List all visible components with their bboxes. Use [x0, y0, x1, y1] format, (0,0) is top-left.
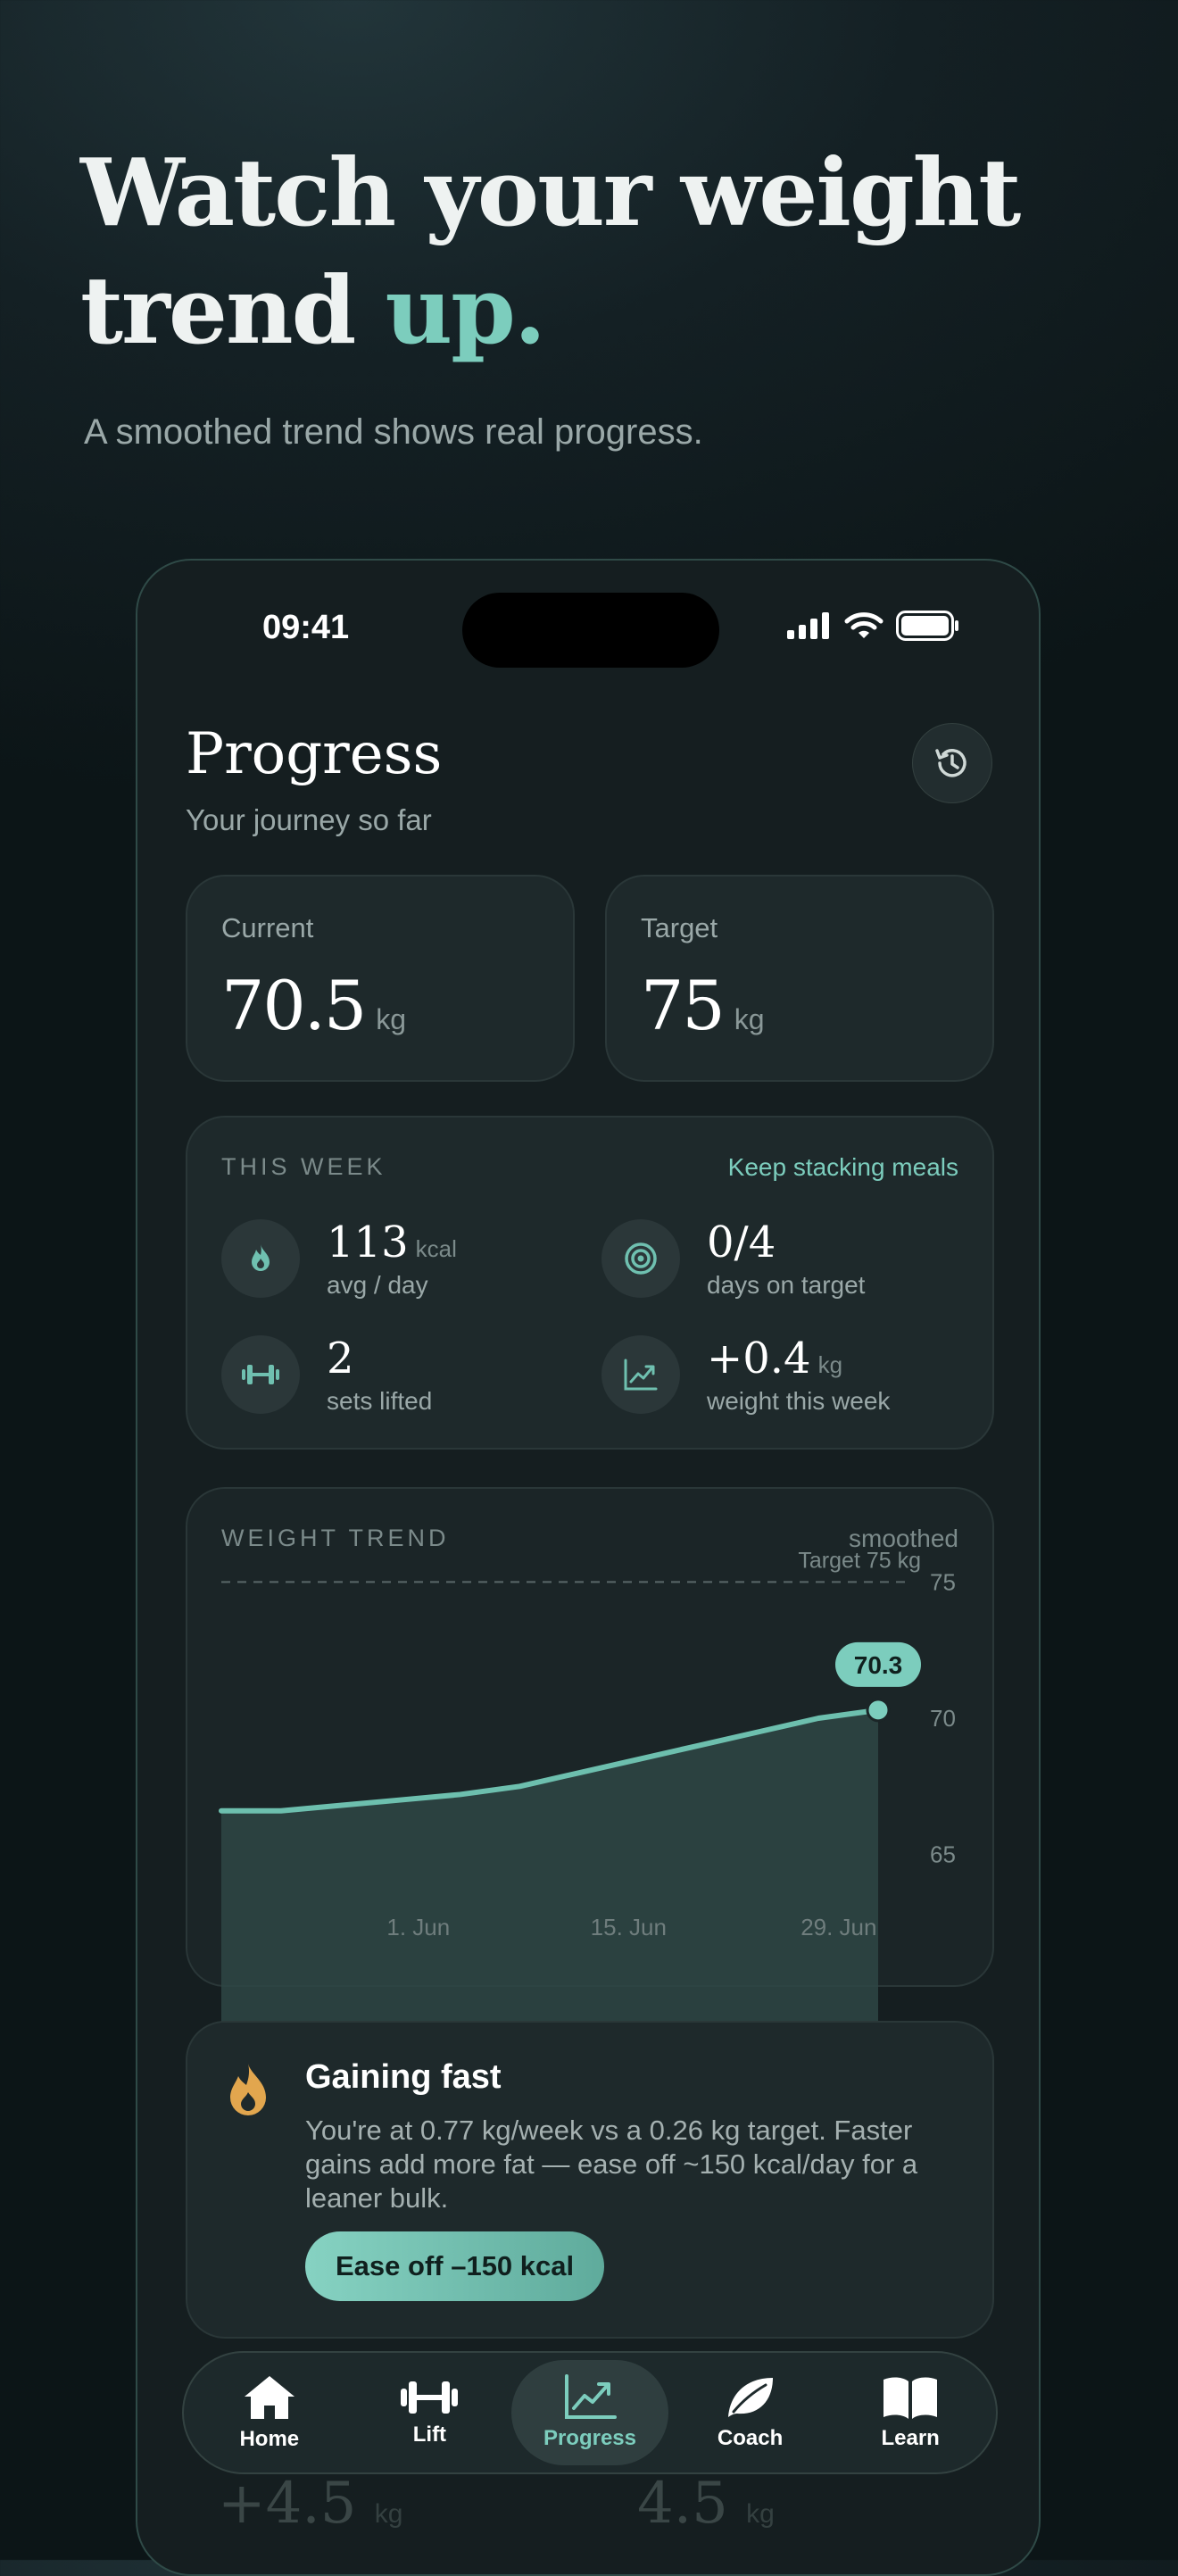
x-tick-label: 15. Jun: [591, 1914, 667, 1940]
tab-progress[interactable]: Progress: [510, 2360, 668, 2465]
x-tick-label: 1. Jun: [386, 1914, 450, 1940]
alert-body: You're at 0.77 kg/week vs a 0.26 kg targ…: [305, 2115, 918, 2214]
book-icon: [884, 2377, 938, 2419]
peek-right-number: 4.5: [637, 2471, 728, 2537]
peek-left-number: +4.5: [218, 2471, 357, 2537]
tab-home-label: Home: [239, 2427, 300, 2451]
y-tick-label: 70: [930, 1705, 956, 1732]
gaining-fast-card: Gaining fast You're at 0.77 kg/week vs a…: [186, 2021, 994, 2339]
tab-bar: Home Lift Progress Coach Learn: [182, 2351, 998, 2474]
tab-lift-label: Lift: [412, 2422, 447, 2447]
peek-left-unit: kg: [374, 2499, 403, 2529]
tab-learn[interactable]: Learn: [832, 2360, 989, 2465]
hero-title-accent: up.: [385, 255, 547, 365]
tab-coach-label: Coach: [717, 2426, 784, 2450]
peek-right-unit: kg: [746, 2499, 775, 2529]
dumbbell-icon: [401, 2381, 459, 2414]
trend-end-point: [866, 1698, 891, 1723]
y-tick-label: 75: [930, 1568, 956, 1595]
hero-title-line1: Watch your weight: [80, 137, 1021, 247]
peek-right-value: 4.5 kg: [637, 2471, 775, 2537]
tab-learn-label: Learn: [881, 2426, 940, 2450]
home-icon: [244, 2376, 294, 2419]
tab-lift[interactable]: Lift: [351, 2360, 508, 2465]
tab-home[interactable]: Home: [191, 2360, 348, 2465]
hero-title: Watch your weight trend up.: [80, 134, 1021, 370]
alert-title: Gaining fast: [305, 2058, 502, 2096]
peek-left-value: +4.5 kg: [218, 2471, 402, 2537]
x-tick-label: 29. Jun: [801, 1914, 876, 1940]
ease-off-button[interactable]: Ease off –150 kcal: [305, 2231, 605, 2301]
phone-frame: 09:41 Progress Your journey so far Curre…: [136, 559, 1041, 2576]
current-badge-label: 70.3: [854, 1651, 903, 1679]
hero-subtitle: A smoothed trend shows real progress.: [84, 412, 703, 452]
chart-icon: [564, 2374, 617, 2419]
tab-coach[interactable]: Coach: [672, 2360, 829, 2465]
tab-progress-label: Progress: [543, 2426, 637, 2450]
leaf-icon: [727, 2378, 773, 2417]
flame-warning-icon: [230, 2064, 266, 2115]
target-label: Target 75 kg: [798, 1548, 921, 1573]
hero-title-line2: trend: [80, 255, 386, 365]
y-tick-label: 65: [930, 1841, 956, 1868]
